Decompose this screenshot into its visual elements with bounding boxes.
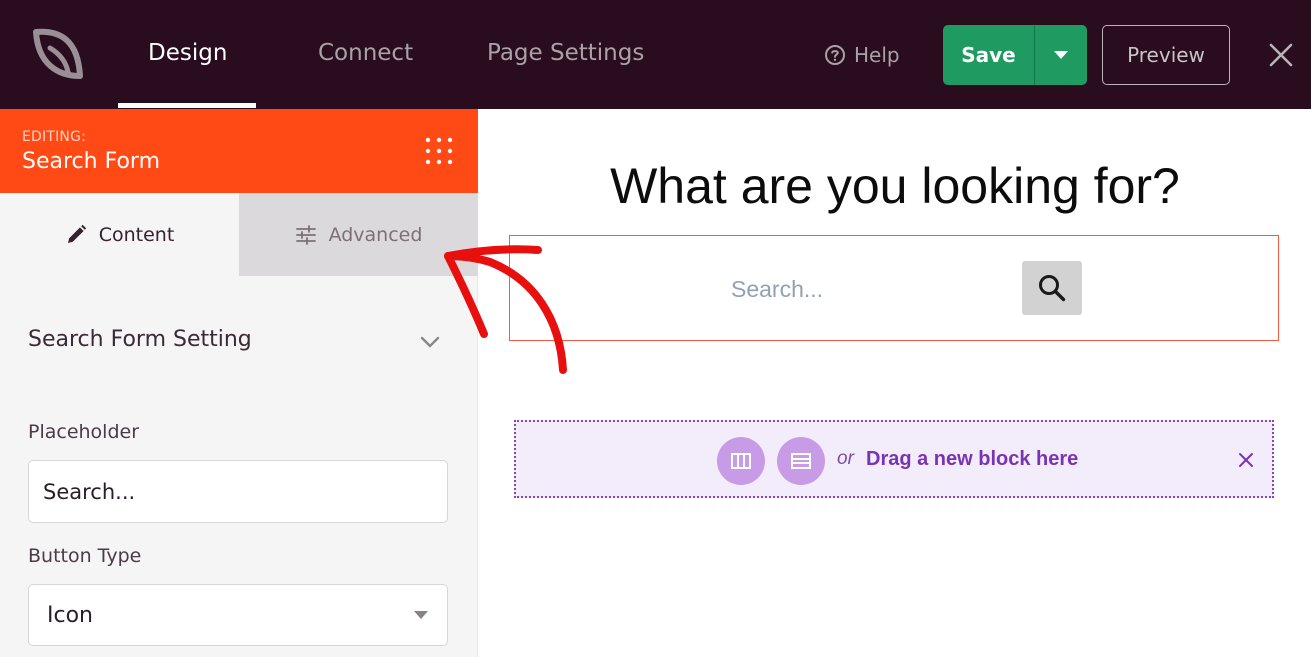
- section-title[interactable]: Search Form Setting: [28, 327, 252, 352]
- top-bar: Design Connect Page Settings Help Save P…: [0, 0, 1311, 109]
- drop-or-text: or: [837, 448, 854, 469]
- caret-down-icon: [1054, 51, 1068, 59]
- search-form-block[interactable]: Search...: [509, 235, 1279, 341]
- active-tab-underline: [118, 103, 256, 108]
- page-headline[interactable]: What are you looking for?: [479, 157, 1311, 215]
- drop-zone-text: Drag a new block here: [866, 448, 1079, 470]
- editing-label: EDITING:: [22, 129, 87, 145]
- rows-icon: [791, 453, 811, 469]
- settings-sidebar: EDITING: Search Form Content Advanced Se…: [0, 109, 478, 657]
- drop-zone[interactable]: or Drag a new block here: [514, 420, 1274, 498]
- preview-button[interactable]: Preview: [1102, 25, 1230, 85]
- search-button[interactable]: [1022, 261, 1082, 315]
- placeholder-input[interactable]: Search...: [28, 460, 448, 523]
- help-circle-icon: [825, 45, 845, 65]
- placeholder-label: Placeholder: [28, 421, 140, 443]
- tab-page-settings[interactable]: Page Settings: [487, 40, 644, 66]
- tab-advanced-label: Advanced: [328, 223, 423, 246]
- grip-dots-icon[interactable]: [424, 136, 454, 166]
- tab-design[interactable]: Design: [148, 40, 227, 66]
- add-section-button[interactable]: [777, 437, 825, 485]
- pencil-icon: [67, 224, 86, 243]
- help-link[interactable]: Help: [824, 43, 900, 67]
- button-type-value: Icon: [47, 602, 93, 628]
- page-canvas: What are you looking for? Search... or D…: [479, 109, 1311, 657]
- tab-advanced[interactable]: Advanced: [239, 193, 478, 276]
- add-columns-button[interactable]: [717, 437, 765, 485]
- button-type-select[interactable]: Icon: [28, 584, 448, 646]
- search-icon: [1039, 275, 1066, 302]
- save-options-button[interactable]: [1035, 25, 1087, 85]
- button-type-label: Button Type: [28, 545, 142, 567]
- editing-header: EDITING: Search Form: [0, 109, 478, 193]
- builder-app: Design Connect Page Settings Help Save P…: [0, 0, 1311, 657]
- caret-down-icon: [414, 611, 428, 619]
- close-icon[interactable]: [1238, 452, 1254, 468]
- columns-icon: [731, 453, 751, 469]
- editing-title: Search Form: [22, 149, 160, 174]
- seedprod-logo-icon[interactable]: [28, 26, 86, 84]
- help-label: Help: [854, 43, 900, 67]
- close-icon[interactable]: [1266, 40, 1296, 70]
- settings-tabs: Content Advanced: [0, 193, 478, 276]
- search-placeholder[interactable]: Search...: [731, 276, 823, 303]
- save-button-group: Save: [943, 25, 1087, 85]
- save-button[interactable]: Save: [943, 25, 1035, 85]
- tab-connect[interactable]: Connect: [318, 40, 413, 66]
- tab-content-label: Content: [98, 223, 175, 246]
- chevron-down-icon[interactable]: [418, 333, 442, 351]
- tab-content[interactable]: Content: [0, 193, 239, 276]
- sliders-icon: [295, 224, 316, 245]
